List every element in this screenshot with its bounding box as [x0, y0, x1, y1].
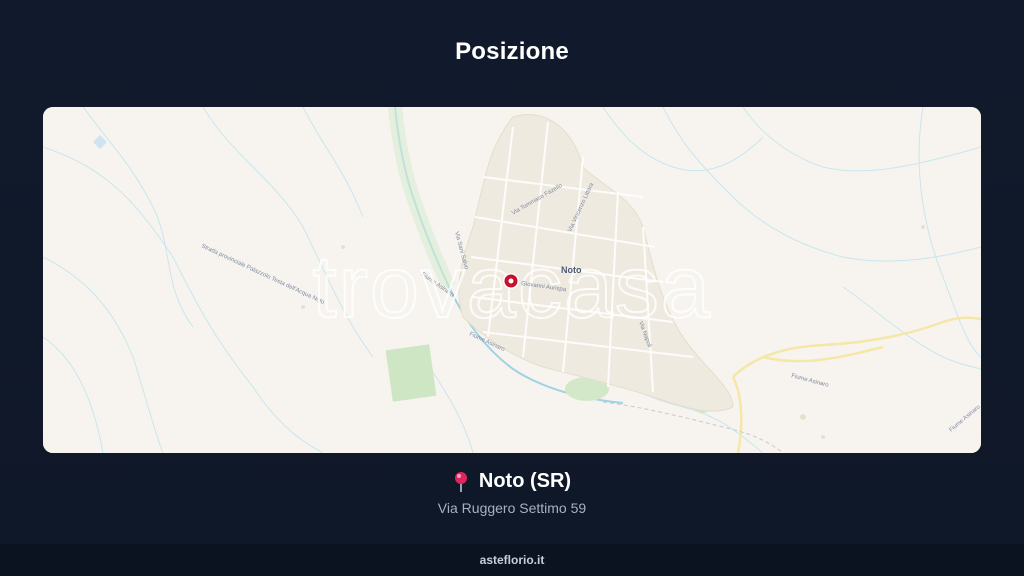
location-title: Noto (SR) [0, 470, 1024, 493]
round-pushpin-icon [453, 471, 469, 493]
page-title: Posizione [455, 38, 569, 65]
city-name: Noto (SR) [478, 470, 572, 492]
map[interactable]: Strada provinciale Palazzolo Testa dell'… [43, 107, 981, 453]
address-text: Via Ruggero Settimo 59 [437, 500, 587, 516]
footer: asteflorio.it [0, 544, 1024, 576]
footer-site[interactable]: asteflorio.it [480, 553, 545, 567]
location-marker-icon[interactable] [503, 273, 519, 289]
map-canvas[interactable]: Strada provinciale Palazzolo Testa dell'… [43, 107, 981, 453]
town-label: Noto [561, 265, 582, 275]
